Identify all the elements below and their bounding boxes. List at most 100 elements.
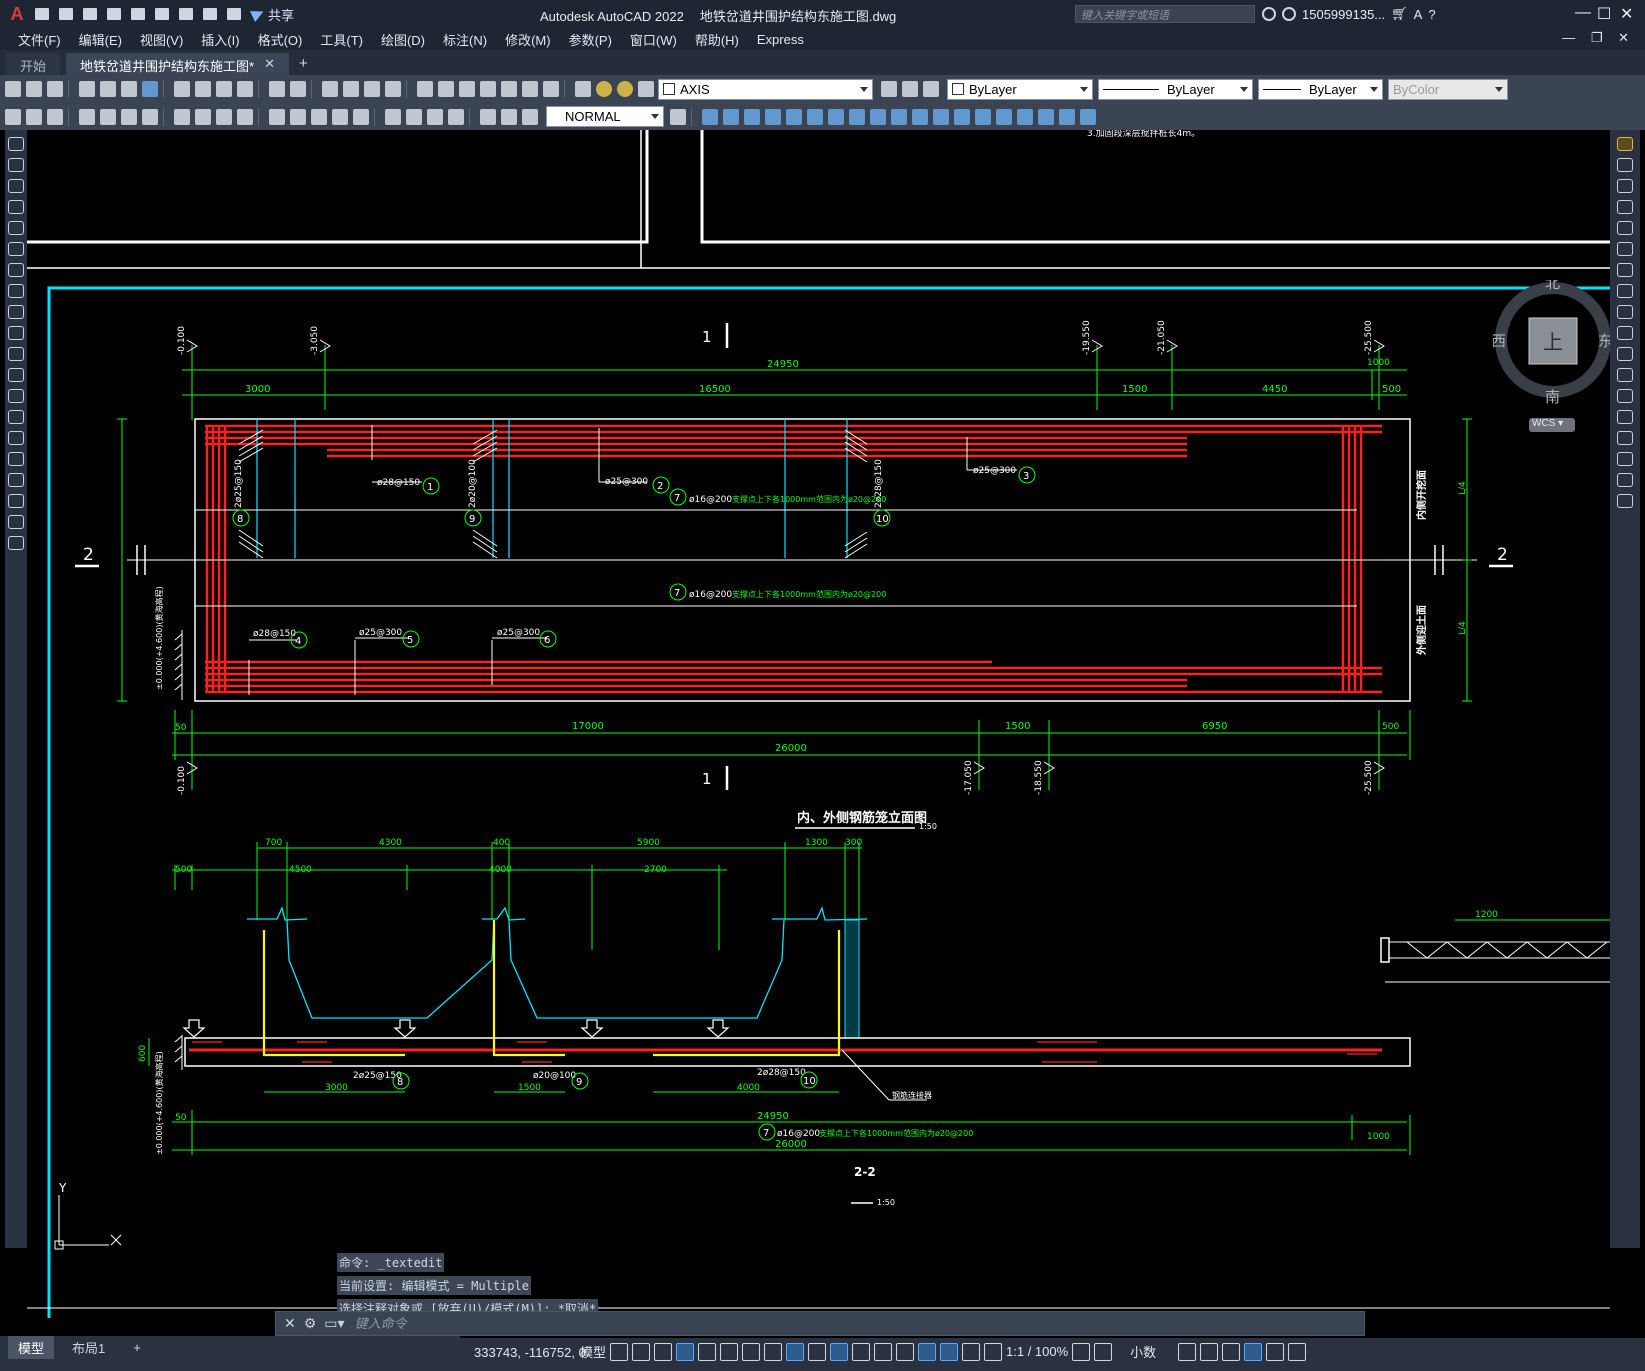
annotation-monitor-icon[interactable]	[1094, 1342, 1113, 1361]
save-icon[interactable]	[80, 4, 100, 24]
trim-icon[interactable]	[891, 108, 907, 125]
hatch-icon[interactable]	[8, 431, 24, 445]
offset-icon[interactable]	[1617, 200, 1633, 214]
clean-screen-icon[interactable]	[1266, 1342, 1285, 1361]
layer-lock-icon[interactable]	[638, 81, 654, 97]
help-icon[interactable]	[543, 81, 559, 97]
dimstyle-dropdown[interactable]: NORMAL	[546, 106, 664, 127]
customization-icon[interactable]	[1288, 1342, 1307, 1361]
lineweight-dropdown[interactable]: ByLayer	[1258, 78, 1383, 100]
selection-cycling-icon[interactable]	[852, 1342, 871, 1361]
pan-icon[interactable]	[322, 81, 338, 97]
baseline-dim-icon[interactable]	[290, 108, 306, 125]
gradient-icon[interactable]	[8, 452, 24, 466]
rotate-icon[interactable]	[1617, 263, 1633, 277]
layer-isolate-icon[interactable]	[26, 108, 42, 125]
dim-break-icon[interactable]	[353, 108, 369, 125]
ordinate-dim-icon[interactable]	[142, 108, 158, 125]
zoom-previous-icon[interactable]	[385, 81, 401, 97]
ellipse-arc-icon[interactable]	[8, 347, 24, 361]
drawing-canvas[interactable]: 3.加固段深层搅拌桩长4m。 2 2 1 1 24950 3000 16500 …	[27, 130, 1610, 1318]
erase-icon[interactable]	[702, 108, 718, 125]
a360-icon[interactable]: A	[1414, 7, 1423, 22]
polyline-edit-icon[interactable]	[1059, 108, 1075, 125]
annotation-scale[interactable]: 1:1 / 100%	[1006, 1344, 1068, 1359]
point-icon[interactable]	[8, 410, 24, 424]
move-icon[interactable]	[807, 108, 823, 125]
menu-format[interactable]: 格式(O)	[258, 30, 303, 49]
menu-file[interactable]: 文件(F)	[18, 30, 61, 49]
annotation-visibility-icon[interactable]	[962, 1342, 981, 1361]
dim-style-icon[interactable]	[670, 108, 686, 125]
3d-osnap-icon[interactable]	[874, 1342, 893, 1361]
close-tab-icon[interactable]: ✕	[264, 56, 275, 72]
mirror-icon[interactable]	[744, 108, 760, 125]
wcs-menu[interactable]: WCS ▾	[1529, 418, 1575, 432]
rectangle-icon[interactable]	[8, 221, 24, 235]
polyline-icon[interactable]	[8, 179, 24, 193]
zoom-realtime-icon[interactable]	[343, 81, 359, 97]
dim-update-icon[interactable]	[522, 108, 538, 125]
open-file-icon[interactable]	[56, 4, 76, 24]
new-tab-button[interactable]: +	[299, 55, 308, 75]
dim-edit-icon[interactable]	[480, 108, 496, 125]
join-icon[interactable]	[954, 108, 970, 125]
redo-icon[interactable]	[290, 81, 306, 97]
tolerance-icon[interactable]	[385, 108, 401, 125]
aligned-dim-icon[interactable]	[100, 108, 116, 125]
menu-modify[interactable]: 修改(M)	[505, 30, 551, 49]
continue-dim-icon[interactable]	[311, 108, 327, 125]
help-icon[interactable]: ?	[1428, 7, 1435, 22]
layer-state-icon[interactable]	[923, 81, 939, 97]
explode-icon[interactable]	[1617, 494, 1633, 508]
viewcube[interactable]: 上 北 南 东 西 WCS ▾	[1491, 274, 1610, 432]
array-icon[interactable]	[786, 108, 802, 125]
layer-walk-icon[interactable]	[47, 108, 63, 125]
arc-length-icon[interactable]	[121, 108, 137, 125]
jogged-linear-icon[interactable]	[448, 108, 464, 125]
command-input[interactable]	[354, 1313, 1364, 1334]
selection-filter-icon[interactable]	[918, 1342, 937, 1361]
menu-help[interactable]: 帮助(H)	[695, 30, 739, 49]
fillet-icon[interactable]	[996, 108, 1012, 125]
plot-icon[interactable]	[79, 81, 95, 97]
break-icon[interactable]	[933, 108, 949, 125]
make-current-icon[interactable]	[881, 81, 897, 97]
layer-previous-icon[interactable]	[902, 81, 918, 97]
isolate-objects-icon[interactable]	[1222, 1342, 1241, 1361]
insert-block-icon[interactable]	[8, 368, 24, 382]
model-space-toggle[interactable]: 模型	[580, 1342, 606, 1361]
erase-icon[interactable]	[1617, 137, 1633, 151]
user-account[interactable]: 1505999135... 🛒︎ A ?	[1262, 6, 1436, 22]
break-icon[interactable]	[1617, 389, 1633, 403]
arc-icon[interactable]	[8, 242, 24, 256]
compass-west[interactable]: 西	[1491, 332, 1506, 350]
explode-icon[interactable]	[1017, 108, 1033, 125]
menu-express[interactable]: Express	[757, 32, 804, 47]
copy-object-icon[interactable]	[723, 108, 739, 125]
inspection-icon[interactable]	[427, 108, 443, 125]
match-properties-icon[interactable]	[237, 81, 253, 97]
graphics-performance-icon[interactable]	[1244, 1342, 1263, 1361]
jogged-dim-icon[interactable]	[195, 108, 211, 125]
compass-south[interactable]: 南	[1545, 388, 1560, 406]
save-as-icon[interactable]	[104, 4, 124, 24]
design-center-icon[interactable]	[438, 81, 454, 97]
new-icon[interactable]	[5, 81, 21, 97]
tab-layout1[interactable]: 布局1	[62, 1336, 115, 1359]
dim-text-edit-icon[interactable]	[501, 108, 517, 125]
rotate-icon[interactable]	[828, 108, 844, 125]
plot-preview-icon[interactable]	[100, 81, 116, 97]
blend-icon[interactable]	[1038, 108, 1054, 125]
plotstyle-dropdown[interactable]: ByColor	[1388, 78, 1508, 100]
construction-line-icon[interactable]	[8, 158, 24, 172]
stretch-icon[interactable]	[1617, 305, 1633, 319]
infer-constraints-icon[interactable]	[654, 1342, 673, 1361]
undo-icon[interactable]	[269, 81, 285, 97]
object-snap-icon[interactable]	[786, 1342, 805, 1361]
layer-on-icon[interactable]	[596, 81, 612, 97]
open-web-icon[interactable]	[128, 4, 148, 24]
menu-view[interactable]: 视图(V)	[140, 30, 183, 49]
copy-icon[interactable]	[1617, 158, 1633, 172]
paste-icon[interactable]	[216, 81, 232, 97]
